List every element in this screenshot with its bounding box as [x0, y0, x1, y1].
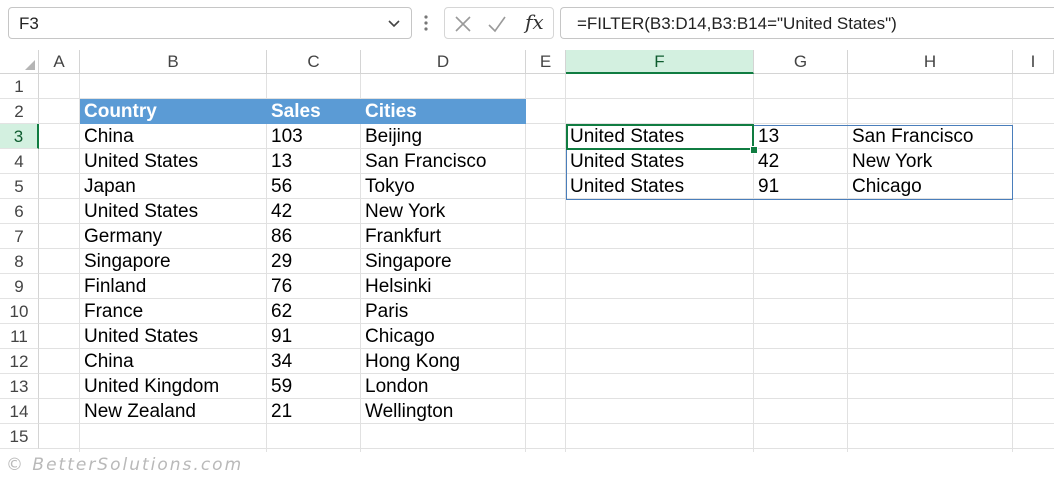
row-header-1[interactable]: 1 — [0, 74, 39, 99]
column-header-f[interactable]: F — [566, 50, 754, 74]
table-cell[interactable]: 62 — [267, 299, 361, 324]
row-header-15[interactable]: 15 — [0, 424, 39, 449]
table-cell[interactable]: 86 — [267, 224, 361, 249]
column-header-e[interactable]: E — [526, 50, 566, 74]
fill-handle[interactable] — [750, 146, 758, 154]
insert-function-icon[interactable]: fx — [525, 10, 544, 34]
enter-check-icon[interactable] — [487, 14, 507, 34]
column-header-h[interactable]: H — [848, 50, 1013, 74]
formula-bar-area: F3 fx =FILTER(B3:D14,B3:B14="United Stat… — [0, 0, 1054, 48]
formula-actions: fx — [444, 7, 554, 39]
table-cell[interactable]: 103 — [267, 124, 361, 149]
row-header-7[interactable]: 7 — [0, 224, 39, 249]
spill-cell[interactable]: United States — [566, 124, 754, 149]
gridline — [39, 448, 1054, 449]
table-cell[interactable]: 91 — [267, 324, 361, 349]
row-header-11[interactable]: 11 — [0, 324, 39, 349]
column-header-d[interactable]: D — [361, 50, 526, 74]
table-cell[interactable]: United Kingdom — [80, 374, 267, 399]
row-header-12[interactable]: 12 — [0, 349, 39, 374]
spill-cell[interactable]: New York — [848, 149, 1013, 174]
select-all-corner[interactable] — [0, 50, 39, 74]
table-cell[interactable]: Singapore — [361, 249, 526, 274]
table-cell[interactable]: China — [80, 124, 267, 149]
table-cell[interactable]: Singapore — [80, 249, 267, 274]
table-cell[interactable]: 34 — [267, 349, 361, 374]
table-header-sales[interactable]: Sales — [267, 99, 361, 124]
table-cell[interactable]: Beijing — [361, 124, 526, 149]
table-cell[interactable]: New York — [361, 199, 526, 224]
table-cell[interactable]: Japan — [80, 174, 267, 199]
table-cell[interactable]: Helsinki — [361, 274, 526, 299]
table-cell[interactable]: 76 — [267, 274, 361, 299]
cancel-icon[interactable] — [453, 14, 473, 34]
row-header-14[interactable]: 14 — [0, 399, 39, 424]
row-header-2[interactable]: 2 — [0, 99, 39, 124]
spill-cell[interactable]: Chicago — [848, 174, 1013, 199]
row-header-5[interactable]: 5 — [0, 174, 39, 199]
row-header-13[interactable]: 13 — [0, 374, 39, 399]
row-header-9[interactable]: 9 — [0, 274, 39, 299]
table-cell[interactable]: 13 — [267, 149, 361, 174]
table-cell[interactable]: Wellington — [361, 399, 526, 424]
column-header-b[interactable]: B — [80, 50, 267, 74]
table-cell[interactable]: San Francisco — [361, 149, 526, 174]
name-box-value: F3 — [19, 14, 39, 33]
spill-cell[interactable]: United States — [566, 174, 754, 199]
column-header-c[interactable]: C — [267, 50, 361, 74]
table-cell[interactable]: United States — [80, 199, 267, 224]
table-header-cities[interactable]: Cities — [361, 99, 526, 124]
spill-cell[interactable]: San Francisco — [848, 124, 1013, 149]
table-cell[interactable]: 59 — [267, 374, 361, 399]
table-cell[interactable]: 29 — [267, 249, 361, 274]
table-cell[interactable]: China — [80, 349, 267, 374]
spill-cell[interactable]: 13 — [754, 124, 848, 149]
table-cell[interactable]: Paris — [361, 299, 526, 324]
name-box[interactable]: F3 — [8, 7, 412, 39]
table-header-country[interactable]: Country — [80, 99, 267, 124]
row-header-3[interactable]: 3 — [0, 124, 39, 149]
table-cell[interactable]: 56 — [267, 174, 361, 199]
table-cell[interactable]: Germany — [80, 224, 267, 249]
table-cell[interactable]: 42 — [267, 199, 361, 224]
formula-input[interactable]: =FILTER(B3:D14,B3:B14="United States") — [560, 7, 1054, 39]
table-cell[interactable]: Tokyo — [361, 174, 526, 199]
column-header-a[interactable]: A — [39, 50, 80, 74]
table-cell[interactable]: Finland — [80, 274, 267, 299]
table-cell[interactable]: Chicago — [361, 324, 526, 349]
watermark: © BetterSolutions.com — [6, 455, 244, 475]
table-cell[interactable]: France — [80, 299, 267, 324]
table-cell[interactable]: London — [361, 374, 526, 399]
spill-cell[interactable]: United States — [566, 149, 754, 174]
spill-cell[interactable]: 42 — [754, 149, 848, 174]
table-cell[interactable]: United States — [80, 324, 267, 349]
table-cell[interactable]: 21 — [267, 399, 361, 424]
row-header-10[interactable]: 10 — [0, 299, 39, 324]
column-header-g[interactable]: G — [754, 50, 848, 74]
spill-cell[interactable]: 91 — [754, 174, 848, 199]
row-header-8[interactable]: 8 — [0, 249, 39, 274]
table-cell[interactable]: Frankfurt — [361, 224, 526, 249]
row-header-4[interactable]: 4 — [0, 149, 39, 174]
table-cell[interactable]: New Zealand — [80, 399, 267, 424]
formula-text: =FILTER(B3:D14,B3:B14="United States") — [577, 14, 897, 33]
worksheet-grid[interactable]: A B C D E F G H I 1 2 3 4 5 6 7 8 9 10 1… — [0, 50, 1054, 452]
row-header-6[interactable]: 6 — [0, 199, 39, 224]
more-options-icon[interactable] — [423, 13, 429, 33]
table-cell[interactable]: Hong Kong — [361, 349, 526, 374]
column-header-i[interactable]: I — [1013, 50, 1054, 74]
table-cell[interactable]: United States — [80, 149, 267, 174]
chevron-down-icon[interactable] — [387, 16, 401, 30]
